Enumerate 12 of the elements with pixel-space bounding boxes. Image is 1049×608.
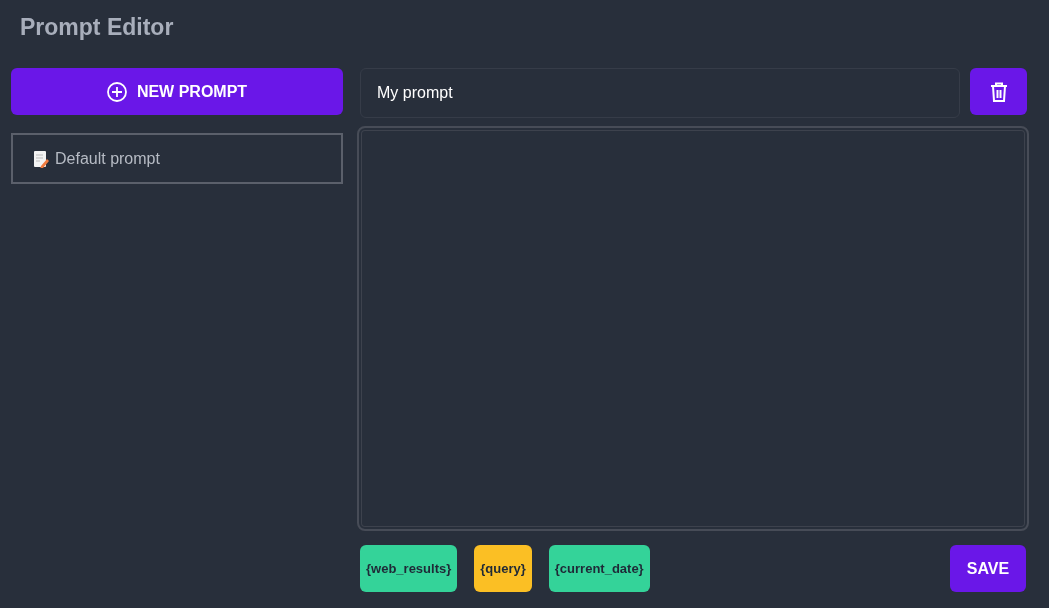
delete-button[interactable] <box>970 68 1027 115</box>
app-title: Prompt Editor <box>19 13 175 40</box>
save-button[interactable]: SAVE <box>950 545 1026 592</box>
variable-chip[interactable]: {current_date} <box>548 545 650 592</box>
prompt-list-item[interactable]: Default prompt <box>11 133 343 184</box>
trash-icon <box>989 81 1008 102</box>
prompt-name-field[interactable]: My prompt <box>360 68 960 118</box>
variable-chip[interactable]: {query} <box>474 545 532 592</box>
variable-chip[interactable]: {web_results} <box>360 545 458 592</box>
new-prompt-button[interactable]: NEW PROMPT <box>11 68 343 115</box>
plus-circle-icon <box>106 81 127 102</box>
memo-icon <box>33 149 49 168</box>
